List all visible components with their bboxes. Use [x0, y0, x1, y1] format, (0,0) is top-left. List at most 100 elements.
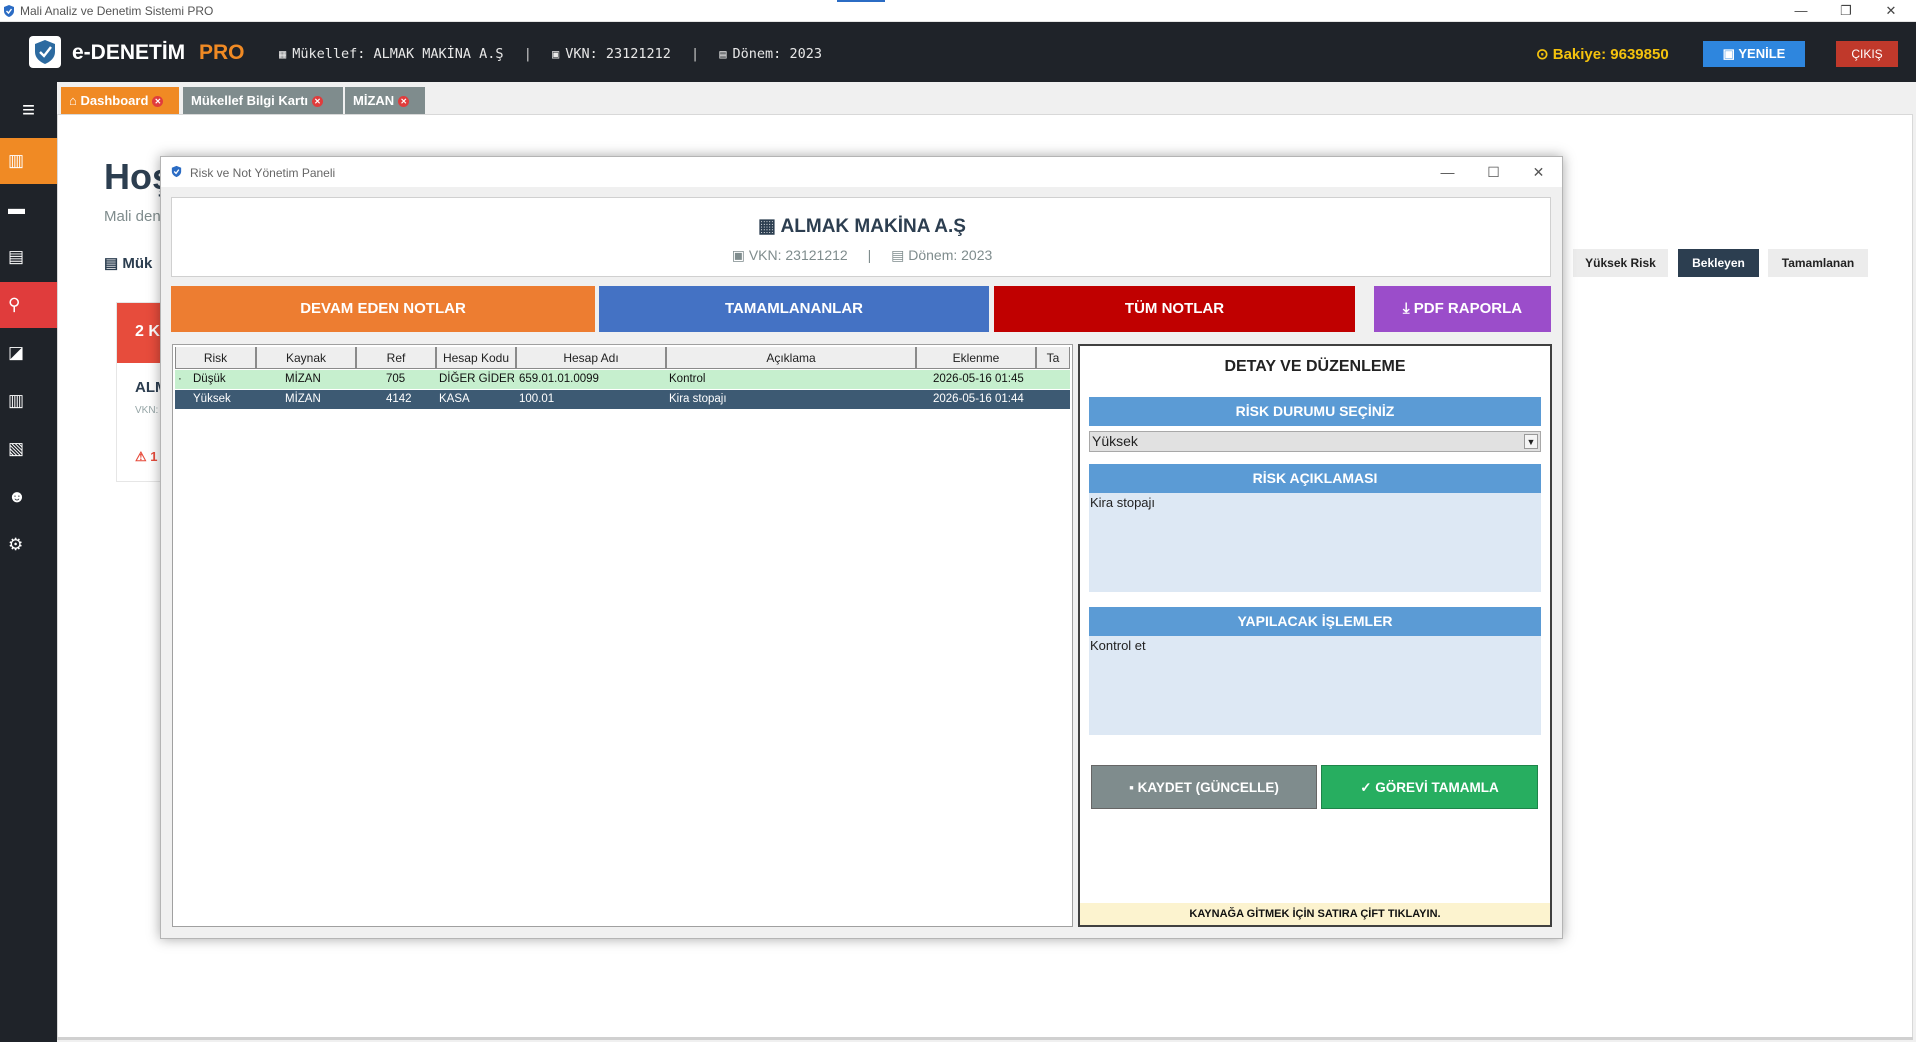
- chart-icon: ◪: [8, 343, 25, 362]
- sidebar-item-documents[interactable]: ▤: [0, 234, 57, 280]
- detail-panel: DETAY VE DÜZENLEME RİSK DURUMU SEÇİNİZ Y…: [1078, 344, 1552, 927]
- brand-name: e-DENETİM: [72, 41, 186, 64]
- sidebar-item-dashboard[interactable]: ▥: [0, 138, 57, 184]
- save-label: KAYDET (GÜNCELLE): [1137, 780, 1279, 795]
- dashboard-icon: ▥: [8, 151, 25, 170]
- column-header-description[interactable]: Açıklama: [666, 347, 916, 369]
- home-icon: ⌂: [69, 93, 77, 108]
- briefcase-icon: ▬: [8, 199, 25, 218]
- balance-text: Bakiye: 9639850: [1552, 46, 1669, 63]
- tab-taxpayer-card[interactable]: Mükellef Bilgi Kartı ✕: [183, 87, 343, 114]
- ongoing-notes-button[interactable]: DEVAM EDEN NOTLAR: [171, 286, 595, 332]
- filter-high-risk-button[interactable]: Yüksek Risk: [1573, 249, 1668, 277]
- hint-bar: KAYNAĞA GİTMEK İÇİN SATIRA ÇİFT TIKLAYIN…: [1080, 903, 1550, 925]
- cell-source: MİZAN: [285, 393, 321, 405]
- cell-source: MİZAN: [285, 373, 321, 385]
- completed-notes-button[interactable]: TAMAMLANANLAR: [599, 286, 989, 332]
- cell-description: Kira stopajı: [669, 393, 727, 405]
- clipboard-icon: ▤: [104, 255, 119, 272]
- sidebar-item-settings[interactable]: ⚙: [0, 522, 57, 568]
- tab-label: MİZAN: [353, 93, 395, 108]
- column-header-account-code[interactable]: Hesap Kodu: [436, 347, 516, 369]
- todo-header: YAPILACAK İŞLEMLER: [1089, 607, 1541, 636]
- company-header-box: ▦ ALMAK MAKİNA A.Ş ▣ VKN: 23121212 | ▤ D…: [171, 197, 1551, 277]
- card-warning: ⚠ 1: [135, 449, 158, 465]
- cell-account-name: 100.01: [519, 393, 555, 405]
- sidebar-item-taxpayers[interactable]: ▬: [0, 186, 57, 232]
- company-name: ▦ ALMAK MAKİNA A.Ş: [172, 215, 1552, 238]
- search-icon: ⚲: [8, 295, 21, 314]
- dialog-close-button[interactable]: ✕: [1516, 157, 1561, 187]
- filter-pending-button[interactable]: Bekleyen: [1678, 249, 1759, 277]
- risk-description-textarea[interactable]: Kira stopajı: [1089, 493, 1541, 592]
- detail-title: DETAY VE DÜZENLEME: [1224, 358, 1406, 375]
- column-header-source[interactable]: Kaynak: [256, 347, 356, 369]
- sidebar-item-reports[interactable]: ▧: [0, 426, 57, 472]
- refresh-button[interactable]: ▣ YENİLE: [1703, 41, 1805, 67]
- complete-task-button[interactable]: ✓ GÖREVİ TAMAMLA: [1321, 765, 1538, 809]
- cell-ref: 4142: [386, 393, 412, 405]
- section-label: Mük: [122, 255, 153, 272]
- all-notes-button[interactable]: TÜM NOTLAR: [994, 286, 1355, 332]
- tab-close-icon[interactable]: ✕: [398, 96, 410, 107]
- todo-textarea[interactable]: Kontrol et: [1089, 636, 1541, 735]
- dialog-maximize-button[interactable]: ☐: [1471, 157, 1516, 187]
- table-row[interactable]: Yüksek MİZAN 4142 KASA 100.01 Kira stopa…: [175, 390, 1070, 409]
- tab-close-icon[interactable]: ✕: [312, 96, 324, 107]
- brand-suffix: PRO: [199, 41, 245, 64]
- users-icon: ☻: [8, 487, 26, 506]
- risk-status-value: Yüksek: [1092, 433, 1138, 449]
- row-marker: [178, 390, 188, 409]
- check-icon: ✓: [1360, 780, 1372, 795]
- pdf-report-button[interactable]: ⤓ PDF RAPORLA: [1374, 286, 1551, 332]
- cell-account-name: 659.01.01.0099: [519, 373, 599, 385]
- notes-grid: Risk Kaynak Ref Hesap Kodu Hesap Adı Açı…: [172, 344, 1073, 927]
- window-title: Mali Analiz ve Denetim Sistemi PRO: [20, 4, 214, 18]
- sidebar: ≡ ▥ ▬ ▤ ⚲ ◪ ▥ ▧ ☻ ⚙: [0, 82, 57, 1042]
- company-period: Dönem: 2023: [908, 247, 993, 263]
- building-icon: ▦: [279, 47, 287, 61]
- sidebar-item-search[interactable]: ⚲: [0, 282, 57, 328]
- risk-status-header: RİSK DURUMU SEÇİNİZ: [1089, 397, 1541, 426]
- app-header: e-DENETİM PRO ▦ Mükellef: ALMAK MAKİNA A.…: [0, 22, 1916, 82]
- table-row[interactable]: · Düşük MİZAN 705 DİĞER GİDER V 659.01.0…: [175, 370, 1070, 389]
- balance-display: ⊙ Bakiye: 9639850: [1536, 45, 1669, 63]
- column-header-account-name[interactable]: Hesap Adı: [516, 347, 666, 369]
- sidebar-item-ledger[interactable]: ▥: [0, 378, 57, 424]
- company-meta: ▣ VKN: 23121212 | ▤ Dönem: 2023: [172, 247, 1552, 264]
- hamburger-menu-icon[interactable]: ≡: [0, 82, 57, 138]
- risk-status-select[interactable]: Yüksek ▼: [1089, 431, 1541, 452]
- close-button[interactable]: ✕: [1869, 0, 1913, 22]
- calendar-icon: ▤: [891, 247, 905, 263]
- risk-note-dialog: Risk ve Not Yönetim Paneli — ☐ ✕ ▦ ALMAK…: [160, 156, 1563, 939]
- tab-mizan[interactable]: MİZAN ✕: [345, 87, 425, 114]
- sidebar-item-users[interactable]: ☻: [0, 474, 57, 520]
- refresh-icon: ▣: [1722, 46, 1735, 61]
- restore-button[interactable]: ❐: [1824, 0, 1868, 22]
- tab-close-icon[interactable]: ✕: [152, 96, 164, 107]
- row-marker: ·: [178, 373, 182, 385]
- column-header-ref[interactable]: Ref: [356, 347, 436, 369]
- dashboard-section-title: ▤ Mük: [104, 254, 152, 272]
- cell-ref: 705: [386, 373, 406, 385]
- refresh-label: YENİLE: [1738, 46, 1786, 61]
- save-button[interactable]: ▪ KAYDET (GÜNCELLE): [1091, 765, 1317, 809]
- column-header-added[interactable]: Eklenme: [916, 347, 1036, 369]
- coin-icon: ⊙: [1536, 46, 1549, 63]
- minimize-button[interactable]: —: [1779, 0, 1823, 22]
- document-icon: ▤: [8, 247, 25, 266]
- column-header-ta[interactable]: Ta: [1036, 347, 1070, 369]
- cell-risk: Düşük: [193, 373, 226, 385]
- filter-completed-button[interactable]: Tamamlanan: [1768, 249, 1868, 277]
- column-header-risk[interactable]: Risk: [175, 347, 256, 369]
- taskbar-accent: [837, 0, 885, 2]
- tab-dashboard[interactable]: ⌂ Dashboard ✕: [61, 87, 179, 114]
- dialog-shield-icon: [171, 165, 182, 178]
- dropdown-arrow-icon[interactable]: ▼: [1524, 434, 1538, 449]
- calendar-icon: ▤: [719, 47, 727, 61]
- dialog-minimize-button[interactable]: —: [1425, 157, 1470, 187]
- logout-button[interactable]: ÇIKIŞ: [1836, 41, 1898, 67]
- grid-header: Risk Kaynak Ref Hesap Kodu Hesap Adı Açı…: [175, 347, 1070, 369]
- sidebar-item-charts[interactable]: ◪: [0, 330, 57, 376]
- brand-logo-icon: [29, 36, 61, 68]
